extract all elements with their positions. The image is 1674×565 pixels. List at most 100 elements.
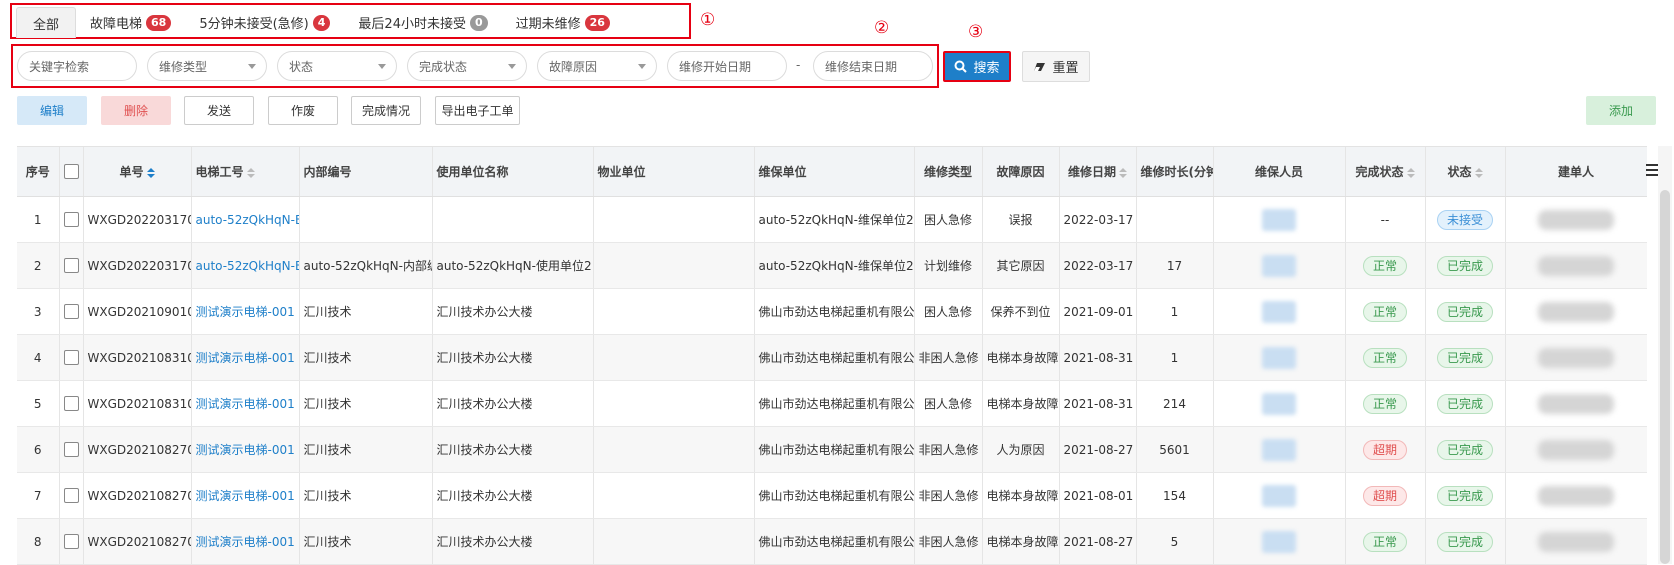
row-checkbox[interactable] [63,350,79,365]
reset-button[interactable]: 重置 [1022,51,1090,82]
row-checkbox[interactable] [63,534,79,549]
tab-faulty-elevators[interactable]: 故障电梯 68 [76,7,185,38]
table-row[interactable]: 2 WXGD2022031700 auto-52zQkHqN-E auto-52zQk… [17,242,1647,289]
status-badge: 正常 [1362,347,1407,368]
cell-elevator-link[interactable]: 测试演示电梯-001 [191,288,300,335]
row-checkbox[interactable] [63,488,79,503]
redacted-creator [1538,301,1614,322]
redacted-creator [1538,393,1614,414]
cell-elevator-link[interactable]: 测试演示电梯-001 [191,334,300,381]
cell-order-no: WXGD2021082700 [83,472,192,519]
tab-label: 全部 [33,17,60,33]
cell-select [59,242,84,289]
cell-elevator-link[interactable]: 测试演示电梯-001 [191,472,300,519]
cell-internal-no: 汇川技术 [299,380,433,427]
table-row[interactable]: 7 WXGD2021082700 测试演示电梯-001 汇川技术 汇川技术办公大楼 佛山市… [17,472,1647,519]
cell-internal-no [299,196,433,243]
cell-index: 7 [17,472,60,519]
select-all-checkbox[interactable] [63,164,79,179]
table-row[interactable]: 6 WXGD2021082700 测试演示电梯-001 汇川技术 汇川技术办公大楼 佛山市… [17,426,1647,473]
col-order-no[interactable]: 单号 [83,147,192,197]
search-button[interactable]: 搜索 [943,51,1011,82]
table-row[interactable]: 5 WXGD2021083100 测试演示电梯-001 汇川技术 汇川技术办公大楼 佛山市… [17,380,1647,427]
col-creator: 建单人 [1505,147,1647,197]
header-label: 完成状态 [1355,165,1404,179]
column-menu-icon[interactable] [1646,164,1658,179]
status-select[interactable]: 状态 [277,51,397,81]
vertical-scrollbar[interactable] [1660,190,1670,564]
start-date-input[interactable]: 维修开始日期 [667,51,787,81]
row-checkbox[interactable] [63,212,79,227]
cell-property-unit [593,196,755,243]
table-row[interactable]: 1 WXGD2022031700 auto-52zQkHqN-E auto-52zQk… [17,196,1647,243]
cell-elevator-link[interactable]: 测试演示电梯-001 [191,380,300,427]
repair-type-select[interactable]: 维修类型 [147,51,267,81]
row-checkbox[interactable] [63,442,79,457]
cell-user-unit [432,196,594,243]
cell-select [59,518,84,565]
row-checkbox[interactable] [63,304,79,319]
keyword-search-input[interactable]: 关键字检索 [17,51,137,81]
cell-maintenance-unit: 佛山市劲达电梯起重机有限公 [754,380,915,427]
col-elevator-no[interactable]: 电梯工号 [191,147,300,197]
tab-label: 故障电梯 [90,17,143,32]
cell-property-unit [593,380,755,427]
send-button[interactable]: 发送 [184,96,254,125]
table-row[interactable]: 3 WXGD2021090100 测试演示电梯-001 汇川技术 汇川技术办公大楼 佛山市… [17,288,1647,335]
table-row[interactable]: 4 WXGD2021083100 测试演示电梯-001 汇川技术 汇川技术办公大楼 佛山市… [17,334,1647,381]
cell-repair-duration: 5 [1136,518,1214,565]
export-work-order-button[interactable]: 导出电子工单 [435,96,520,125]
cell-property-unit [593,334,755,381]
cell-repair-type: 困人急修 [914,196,983,243]
cell-property-unit [593,242,755,289]
table-row[interactable]: 8 WXGD2021082700 测试演示电梯-001 汇川技术 汇川技术办公大楼 佛山市… [17,518,1647,565]
cell-elevator-link[interactable]: 测试演示电梯-001 [191,426,300,473]
chevron-down-icon [378,64,386,69]
tab-24h-unaccepted[interactable]: 最后24小时未接受 0 [344,7,501,38]
col-index: 序号 [17,147,60,197]
fault-reason-select[interactable]: 故障原因 [537,51,657,81]
cell-repair-date: 2021-08-01 [1059,472,1137,519]
redacted-staff [1262,438,1296,461]
cell-select [59,196,84,243]
col-property-unit: 物业单位 [593,147,755,197]
tab-overdue-unrepaired[interactable]: 过期未维修 26 [502,7,624,38]
tab-5min-unaccepted[interactable]: 5分钟未接受(急修) 4 [185,7,344,38]
row-checkbox[interactable] [63,258,79,273]
void-button[interactable]: 作废 [268,96,338,125]
cell-user-unit: auto-52zQkHqN-使用单位2 [432,242,594,289]
cell-index: 8 [17,518,60,565]
cell-elevator-link[interactable]: auto-52zQkHqN-E [191,196,300,243]
cell-status: 已完成 [1425,334,1506,381]
cell-internal-no: 汇川技术 [299,472,433,519]
redacted-staff [1262,484,1296,507]
col-internal-no: 内部编号 [299,147,433,197]
cell-repair-duration: 5601 [1136,426,1214,473]
edit-button[interactable]: 编辑 [17,96,87,125]
status-badge: 已完成 [1436,393,1493,414]
cell-internal-no: 汇川技术 [299,334,433,381]
cell-elevator-link[interactable]: auto-52zQkHqN-E [191,242,300,289]
status-badge: 超期 [1362,439,1407,460]
completion-button[interactable]: 完成情况 [351,96,421,125]
add-button[interactable]: 添加 [1586,96,1656,125]
placeholder: 维修结束日期 [825,59,898,74]
tab-all[interactable]: 全部 [16,7,77,38]
cell-repair-type: 计划维修 [914,242,983,289]
delete-button[interactable]: 删除 [101,96,171,125]
col-status[interactable]: 状态 [1425,147,1506,197]
cell-order-no: WXGD2021082700 [83,426,192,473]
cell-index: 3 [17,288,60,335]
end-date-input[interactable]: 维修结束日期 [813,51,933,81]
row-checkbox[interactable] [63,396,79,411]
repair-orders-table: 序号 单号 电梯工号 内部编号 使用单位名称 物业单位 维保单位 维修类型 故障… [17,146,1647,565]
col-repair-date[interactable]: 维修日期 [1059,147,1137,197]
cell-user-unit: 汇川技术办公大楼 [432,472,594,519]
callout-2: ② [874,18,890,38]
cell-maintenance-staff [1213,472,1346,519]
chevron-down-icon [248,64,256,69]
select-value: 故障原因 [549,59,598,74]
completion-status-select[interactable]: 完成状态 [407,51,527,81]
col-completion-status[interactable]: 完成状态 [1345,147,1426,197]
cell-elevator-link[interactable]: 测试演示电梯-001 [191,518,300,565]
